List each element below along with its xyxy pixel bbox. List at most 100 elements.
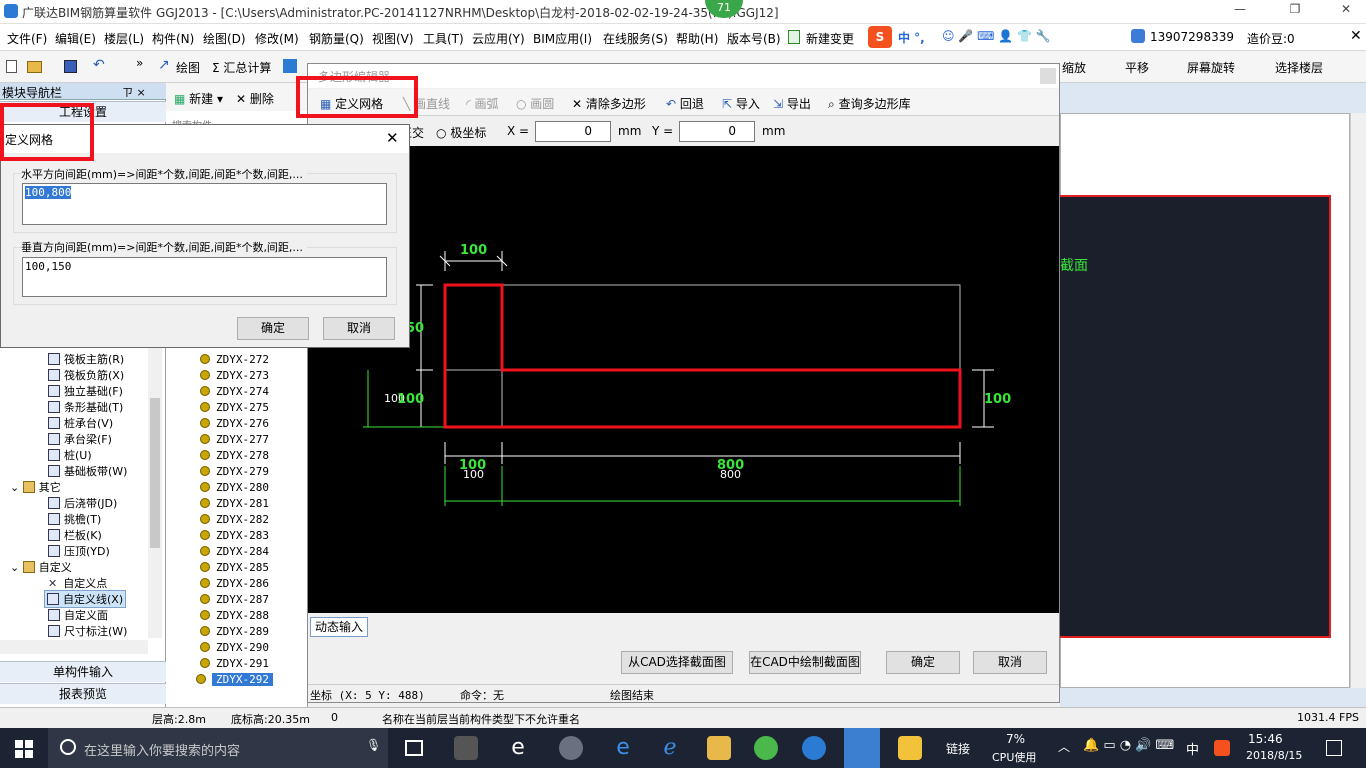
dynamic-input-tab[interactable]: 动态输入 [310, 617, 368, 637]
tree-item[interactable]: 筏板负筋(X) [48, 367, 124, 383]
dialog-ok-button[interactable]: 确定 [237, 317, 309, 340]
dialog-cancel-button[interactable]: 取消 [323, 317, 395, 340]
section-polygon[interactable] [443, 283, 962, 429]
zoom-button[interactable]: 缩放 [1062, 59, 1086, 76]
fan-app-icon[interactable] [454, 736, 478, 760]
close-button[interactable]: ✕ [1336, 2, 1356, 20]
ime-lang-icon[interactable]: 中 °, [898, 29, 925, 46]
component-list-item[interactable]: ZDYX-284 [200, 545, 269, 558]
clock-time[interactable]: 15:46 [1248, 732, 1283, 746]
save-icon[interactable] [64, 60, 77, 73]
collapse-icon[interactable]: ⌄ [10, 481, 23, 494]
draw-icon[interactable]: ↗ [158, 57, 170, 73]
taskbar-search[interactable]: 在这里输入你要搜索的内容 🎙 [48, 728, 388, 768]
menu-tools[interactable]: 工具(T) [423, 30, 464, 47]
screen-rotate-button[interactable]: 屏幕旋转 [1187, 59, 1235, 76]
tree-item[interactable]: 自定义线(X) [44, 590, 127, 608]
tree-item[interactable]: ✕ 自定义点 [48, 575, 107, 591]
ie-icon[interactable]: e [506, 736, 530, 760]
undo-icon[interactable]: ↶ [93, 57, 105, 73]
ie-blue-icon[interactable]: ℯ [658, 736, 682, 760]
tree-item[interactable]: 压顶(YD) [48, 543, 110, 559]
component-list-item[interactable]: ZDYX-279 [200, 465, 269, 478]
dialog-close-icon[interactable]: ✕ [386, 129, 399, 147]
cloud-check-icon[interactable] [283, 59, 297, 73]
component-list-item[interactable]: ZDYX-285 [200, 561, 269, 574]
action-center-icon[interactable] [1326, 740, 1342, 756]
report-preview-button[interactable]: 报表预览 [0, 683, 166, 704]
ime-indicator[interactable]: 中 [1186, 739, 1199, 758]
nav-hscrollbar[interactable] [0, 640, 148, 654]
task-view-icon[interactable] [405, 740, 423, 756]
tree-item[interactable]: 挑檐(T) [48, 511, 101, 527]
editor-close-button[interactable] [1040, 68, 1056, 84]
tree-item[interactable]: 后浇带(JD) [48, 495, 117, 511]
menu-bim[interactable]: BIM应用(I) [533, 30, 592, 47]
menu-edit[interactable]: 编辑(E) [55, 30, 96, 47]
polar-radio[interactable]: ○ 极坐标 [436, 124, 486, 141]
component-list-item[interactable]: ZDYX-281 [200, 497, 269, 510]
menu-modify[interactable]: 修改(M) [255, 30, 299, 47]
user-phone[interactable]: 13907298339 [1150, 30, 1234, 44]
pan-button[interactable]: 平移 [1125, 59, 1149, 76]
tree-item[interactable]: 自定义面 [48, 607, 108, 623]
component-list-item[interactable]: ZDYX-278 [200, 449, 269, 462]
tree-item[interactable]: 承台梁(F) [48, 431, 112, 447]
select-from-cad-button[interactable]: 从CAD选择截面图 [621, 651, 733, 674]
clear-polygon-button[interactable]: ✕ 清除多边形 [572, 95, 646, 112]
component-list-item[interactable]: ZDYX-292 [196, 673, 273, 686]
component-list-item[interactable]: ZDYX-282 [200, 513, 269, 526]
editor-cancel-button[interactable]: 取消 [973, 651, 1047, 674]
clock-date[interactable]: 2018/8/15 [1246, 749, 1302, 762]
component-list-item[interactable]: ZDYX-286 [200, 577, 269, 590]
link-label[interactable]: 链接 [946, 740, 970, 757]
app-icon[interactable] [559, 736, 583, 760]
microphone-icon[interactable]: 🎙 [366, 738, 381, 752]
export-button[interactable]: ⇲ 导出 [773, 95, 811, 112]
tree-item[interactable]: 桩(U) [48, 447, 92, 463]
component-list-item[interactable]: ZDYX-276 [200, 417, 269, 430]
collapse-icon[interactable]: ⌄ [10, 561, 23, 574]
component-list-item[interactable]: ZDYX-291 [200, 657, 269, 670]
windows-start-icon[interactable] [15, 740, 33, 758]
new-file-icon[interactable] [6, 60, 17, 73]
restore-button[interactable]: ❐ [1285, 2, 1305, 20]
menu-help[interactable]: 帮助(H) [676, 30, 718, 47]
price-beans[interactable]: 造价豆:0 [1247, 30, 1295, 47]
tree-item[interactable]: 条形基础(T) [48, 399, 123, 415]
ggj-active-icon[interactable] [844, 728, 880, 768]
x-input[interactable]: 0 [535, 121, 611, 142]
menu-view[interactable]: 视图(V) [372, 30, 414, 47]
component-list-item[interactable]: ZDYX-290 [200, 641, 269, 654]
delete-component-button[interactable]: ✕ 删除 [236, 90, 274, 107]
y-input[interactable]: 0 [679, 121, 755, 142]
new-component-button[interactable]: ▦ 新建 ▾ [174, 90, 223, 107]
horizontal-spacing-input[interactable]: 100,800 [22, 183, 387, 225]
notepad-icon[interactable] [898, 736, 922, 760]
draw-button[interactable]: 绘图 [176, 59, 200, 76]
tray-icons[interactable]: 🔔 ▭ ◔ 🔊 ⌨ [1083, 738, 1174, 753]
tree-item[interactable]: 独立基础(F) [48, 383, 123, 399]
pin-icon[interactable]: ㄗ × [122, 84, 146, 100]
menu-floor[interactable]: 楼层(L) [104, 30, 144, 47]
query-polygon-button[interactable]: ⌕ 查询多边形库 [828, 95, 911, 112]
nav-scrollbar[interactable] [148, 338, 162, 638]
component-list-item[interactable]: ZDYX-273 [200, 369, 269, 382]
select-floor-button[interactable]: 选择楼层 [1275, 59, 1323, 76]
menu-new-change[interactable]: 新建变更 [806, 30, 854, 47]
menu-rebar[interactable]: 钢筋量(Q) [309, 30, 364, 47]
component-list-item[interactable]: ZDYX-277 [200, 433, 269, 446]
draw-arc-button[interactable]: ◜ 画弧 [466, 95, 498, 112]
polygon-drawing[interactable]: 100 50 100 100 100 100 100 800 800 [308, 146, 1059, 613]
component-list-item[interactable]: ZDYX-288 [200, 609, 269, 622]
sogou-tray-icon[interactable] [1214, 740, 1230, 756]
component-list-item[interactable]: ZDYX-275 [200, 401, 269, 414]
sum-button[interactable]: Σ 汇总计算 [212, 59, 271, 76]
drawing-canvas[interactable]: 100 50 100 100 100 100 100 800 800 [308, 146, 1059, 613]
draw-in-cad-button[interactable]: 在CAD中绘制截面图 [749, 651, 861, 674]
tree-item[interactable]: 栏板(K) [48, 527, 102, 543]
menu-online[interactable]: 在线服务(S) [603, 30, 668, 47]
explorer-icon[interactable] [707, 736, 731, 760]
single-component-button[interactable]: 单构件输入 [0, 661, 166, 682]
draw-circle-button[interactable]: ○ 画圆 [516, 95, 554, 112]
